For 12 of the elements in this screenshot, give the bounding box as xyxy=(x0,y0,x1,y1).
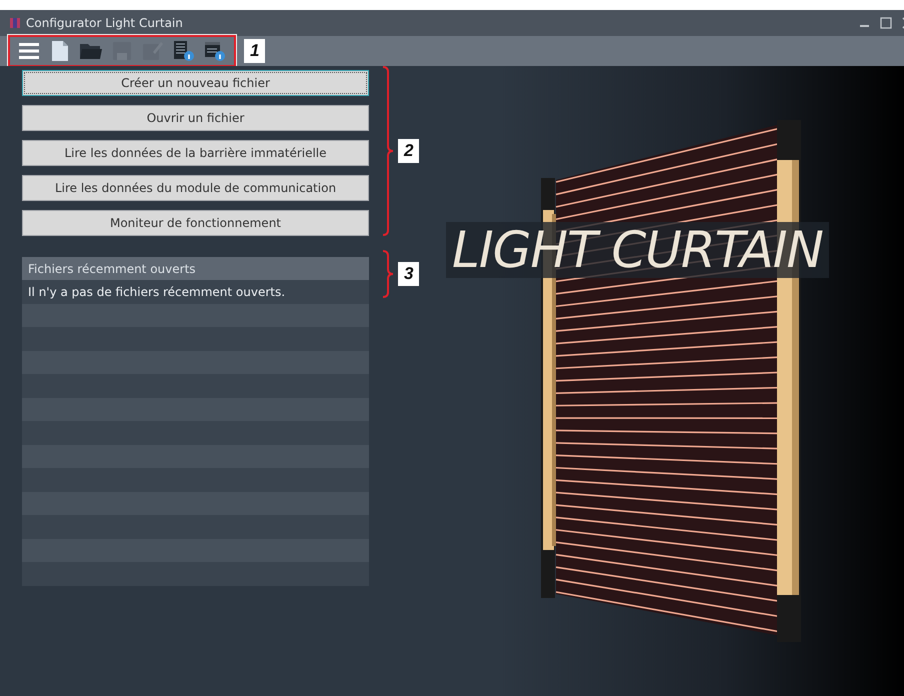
window-title: Configurator Light Curtain xyxy=(26,16,184,30)
callout-number: 3 xyxy=(398,262,420,286)
empty-message: Il n'y a pas de fichiers récemment ouverts. xyxy=(28,284,286,299)
callout-number: 2 xyxy=(398,139,420,163)
action-button[interactable]: Ouvrir un fichier xyxy=(22,105,369,131)
action-button[interactable]: Lire les données de la barrière immatérielle xyxy=(22,140,369,166)
action-button[interactable]: Créer un nouveau fichier xyxy=(22,70,369,96)
action-button[interactable]: Lire les données du module de communication xyxy=(22,175,369,201)
list-header: Fichiers récemment ouverts xyxy=(22,257,369,280)
callout-number: 1 xyxy=(244,39,266,63)
banner-title: LIGHT CURTAIN xyxy=(446,222,829,278)
action-button[interactable]: Moniteur de fonctionnement xyxy=(22,210,369,236)
